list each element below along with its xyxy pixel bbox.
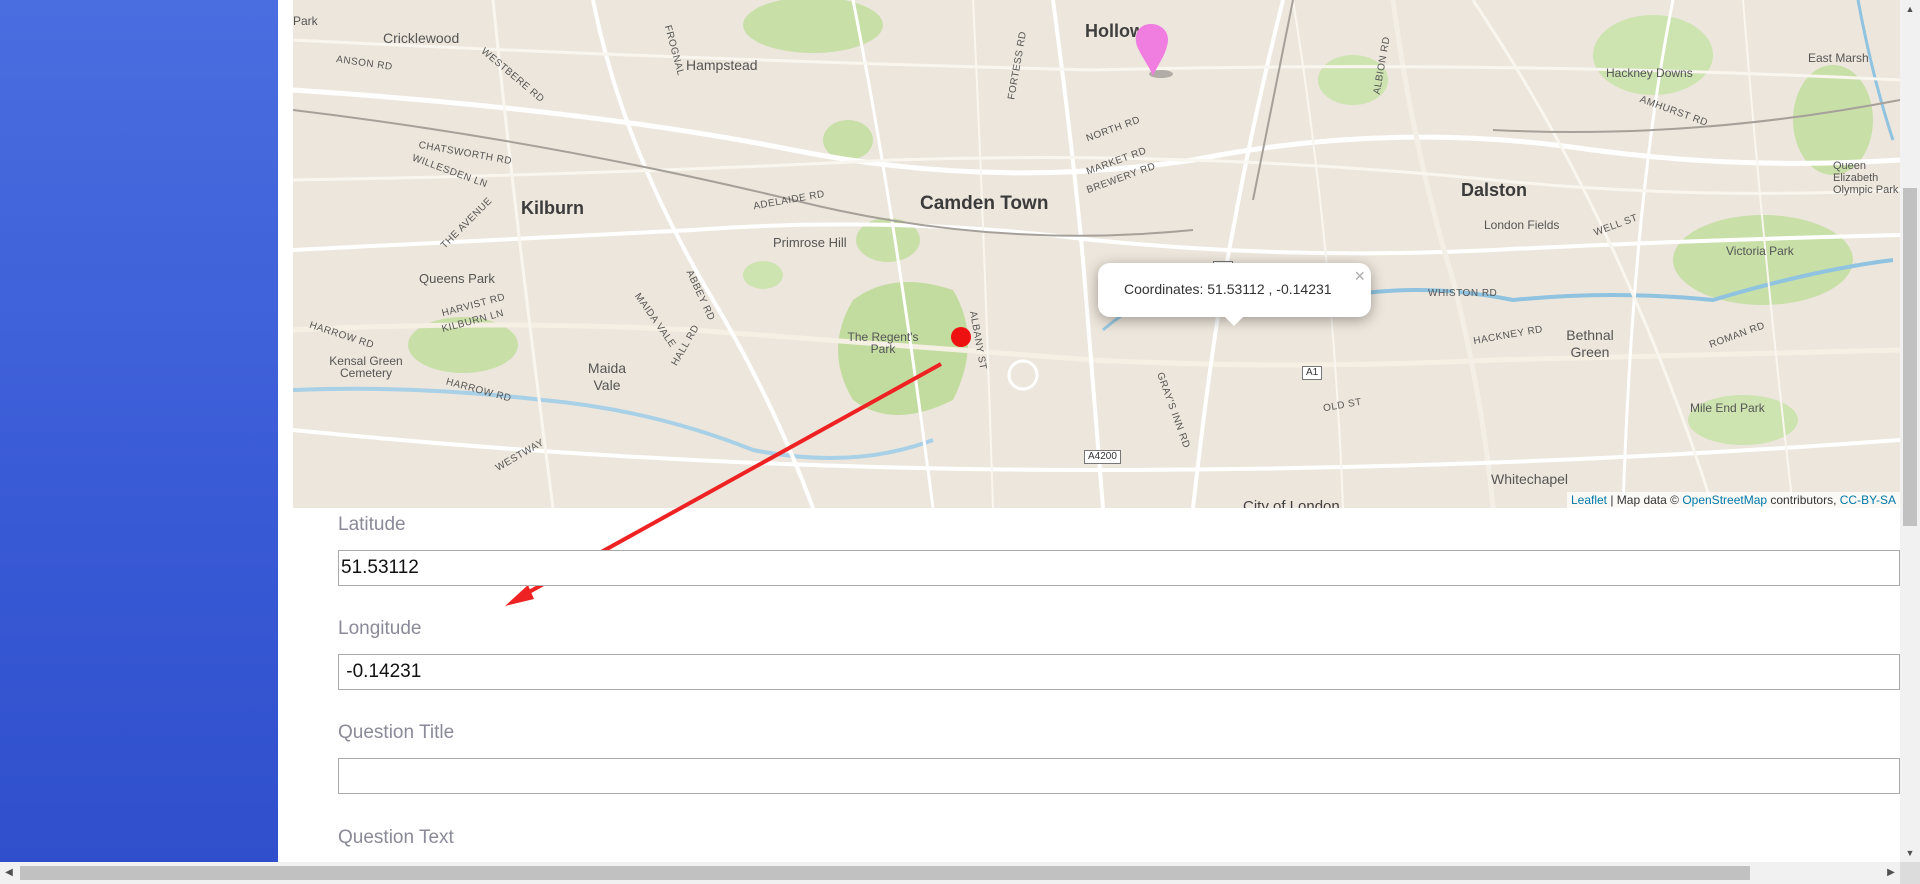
main-content: Park Cricklewood Hampstead Hollow East M…: [278, 0, 1900, 862]
scroll-right-arrow-icon[interactable]: ▶: [1882, 862, 1900, 884]
horizontal-scrollbar[interactable]: ◀ ▶: [0, 862, 1900, 884]
scrollbar-corner: [1900, 862, 1920, 884]
latitude-input[interactable]: [338, 550, 1900, 586]
scroll-left-arrow-icon[interactable]: ◀: [0, 862, 18, 884]
longitude-label: Longitude: [338, 618, 422, 639]
annotation-arrow: [505, 362, 942, 606]
question-text-label: Question Text: [338, 827, 454, 848]
longitude-input[interactable]: [338, 654, 1900, 690]
vertical-scroll-thumb[interactable]: [1903, 188, 1917, 526]
scroll-up-arrow-icon[interactable]: ▲: [1900, 0, 1920, 18]
question-title-input[interactable]: [338, 758, 1900, 794]
horizontal-scroll-thumb[interactable]: [20, 866, 1750, 880]
question-title-label: Question Title: [338, 722, 455, 743]
vertical-scrollbar[interactable]: ▲ ▼: [1900, 0, 1920, 862]
scroll-down-arrow-icon[interactable]: ▼: [1900, 844, 1920, 862]
sidebar: [0, 0, 278, 862]
latitude-label: Latitude: [338, 514, 406, 535]
